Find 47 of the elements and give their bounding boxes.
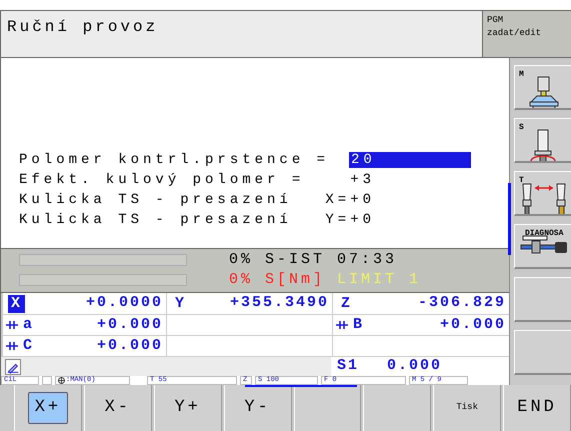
load-reading: S[Nm]: [265, 271, 326, 290]
load-reading: 0%: [229, 271, 254, 290]
axis-value: +0.0000: [86, 293, 163, 314]
axis-label: a: [22, 316, 36, 334]
input-field[interactable]: 20: [349, 152, 471, 168]
side-softkey[interactable]: T: [514, 171, 571, 216]
parameter-label: Kulicka TS - presazení: [19, 190, 293, 210]
load-reading: 0%: [229, 251, 254, 270]
load-reading: LIMIT 1: [337, 271, 422, 290]
side-softkey[interactable]: S: [514, 118, 571, 163]
axis-label: Z: [340, 294, 354, 312]
parameter-label: Polomer kontrl.prstence =: [19, 150, 330, 170]
parameter-value: Y=+0: [324, 210, 375, 230]
axis-label: Y: [174, 294, 188, 312]
spindle-rotation-icon: [528, 129, 558, 161]
axis-label: B: [352, 316, 366, 334]
axis-value: +0.000: [440, 314, 506, 335]
softkey[interactable]: X+: [28, 392, 68, 424]
clamp-icon: [6, 341, 18, 351]
mode-label: zadat/edit: [487, 27, 542, 40]
axis-value: +355.3490: [230, 293, 329, 314]
parameter-value: +3: [349, 170, 375, 190]
clamp-icon: [6, 320, 18, 330]
parameter-value: X=+0: [324, 190, 375, 210]
axis-value: +0.000: [96, 336, 163, 356]
side-softkey[interactable]: DIAGNOSA: [514, 224, 571, 269]
parameter-label: Kulicka TS - presazení: [19, 210, 293, 230]
spindle-value: 0.000: [387, 356, 442, 376]
datum-icon: [58, 377, 65, 384]
status-field: [42, 376, 52, 385]
load-reading: S-IST: [265, 251, 326, 270]
side-softkey[interactable]: [514, 330, 571, 375]
mode-label: PGM: [487, 14, 504, 27]
axis-value: +0.000: [96, 314, 163, 335]
axis-value: -306.829: [418, 293, 506, 314]
spindle-label: S1: [337, 356, 360, 376]
side-softkey[interactable]: [514, 277, 571, 322]
scroll-indicator: [508, 183, 511, 255]
axis-label: X: [8, 294, 26, 312]
softkey[interactable]: Tisk: [450, 399, 484, 417]
side-softkey[interactable]: M: [514, 65, 571, 110]
window-title: Ruční provoz: [0, 11, 483, 57]
drive-unit-icon: [519, 235, 567, 255]
parameter-label: Efekt. kulový polomer =: [19, 170, 306, 190]
axis-label: C: [22, 337, 36, 355]
clamp-icon: [336, 320, 348, 330]
load-reading: 07:33: [337, 251, 398, 270]
